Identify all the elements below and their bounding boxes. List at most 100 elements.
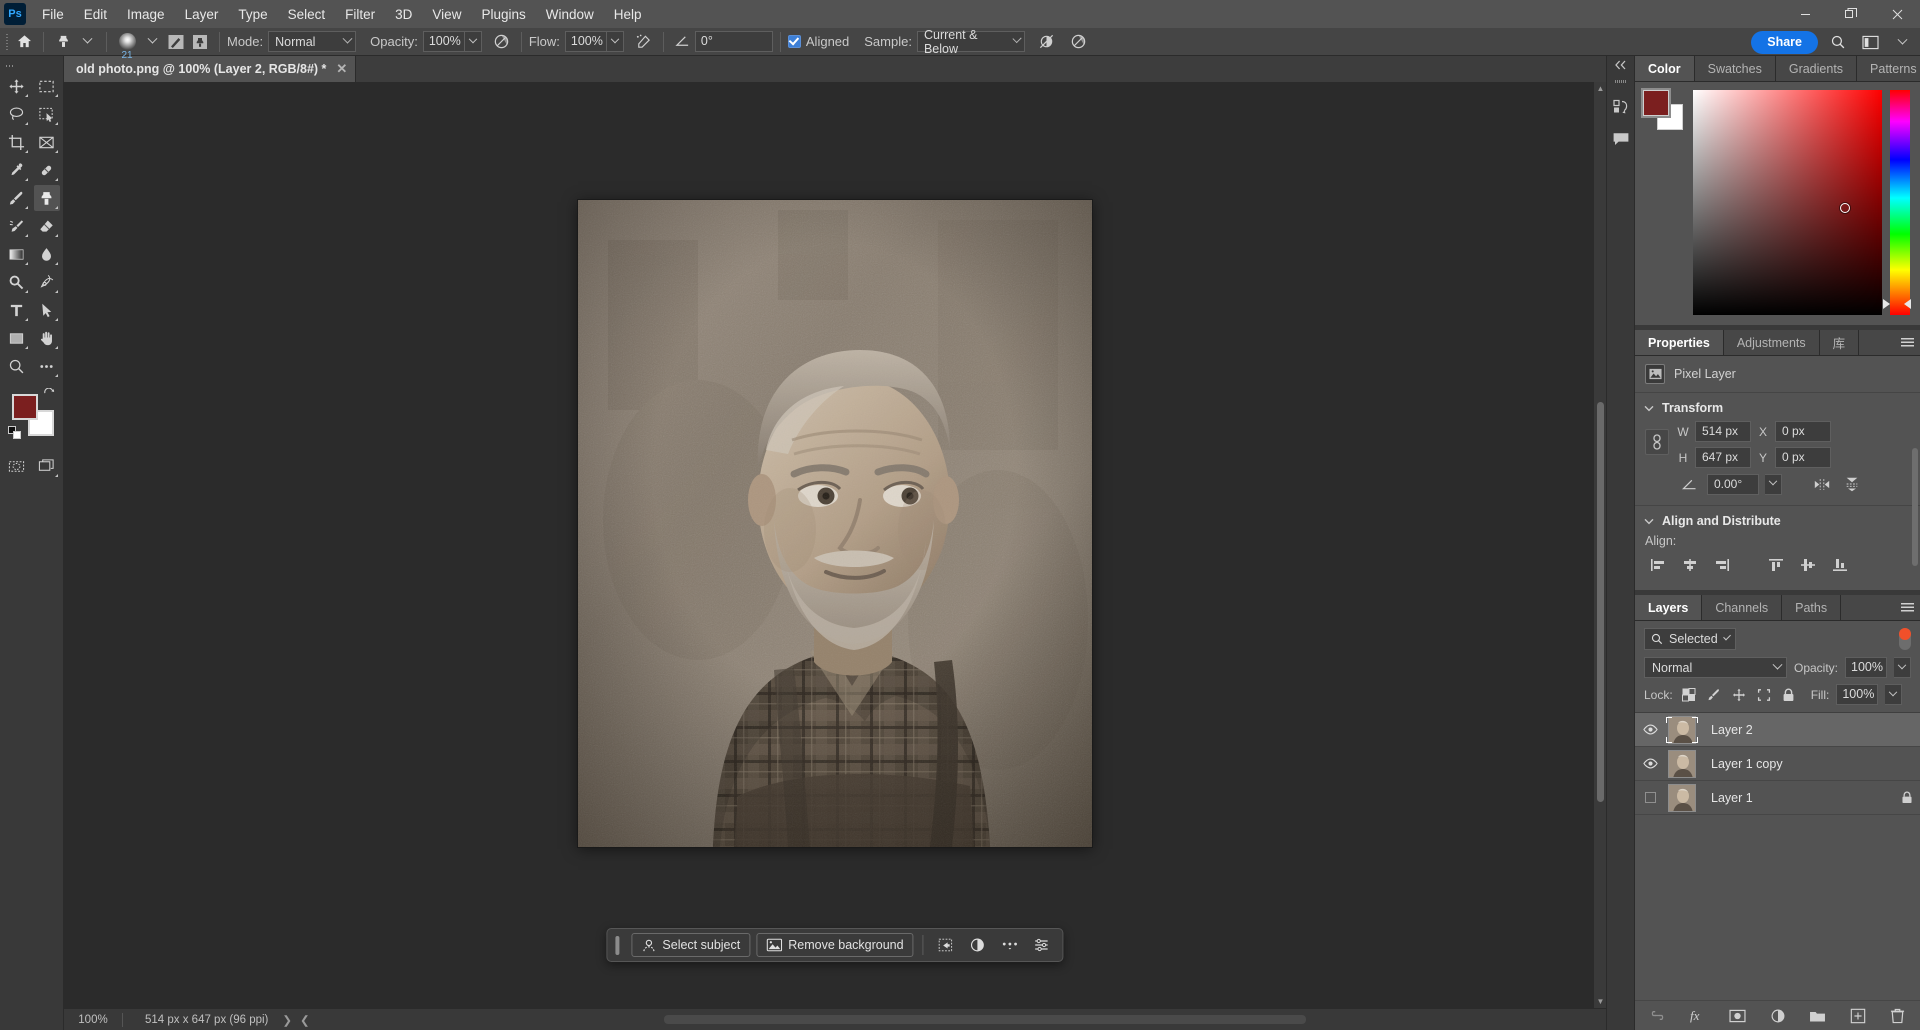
brush-settings-panel-icon[interactable]	[164, 31, 188, 53]
restore-button[interactable]	[1828, 0, 1874, 28]
lock-transparent-pixels-icon[interactable]	[1680, 686, 1698, 704]
menu-select[interactable]: Select	[278, 3, 336, 26]
menu-image[interactable]: Image	[117, 3, 175, 26]
layer-name[interactable]: Layer 2	[1699, 723, 1920, 737]
close-button[interactable]	[1874, 0, 1920, 28]
crop-tool[interactable]	[4, 129, 30, 155]
delete-layer-icon[interactable]	[1888, 1006, 1908, 1026]
eyedropper-tool[interactable]	[4, 157, 30, 183]
menu-filter[interactable]: Filter	[335, 3, 385, 26]
rail-grip[interactable]	[1615, 80, 1626, 83]
new-layer-icon[interactable]	[1848, 1006, 1868, 1026]
menu-file[interactable]: File	[32, 3, 74, 26]
angle-input[interactable]: 0.00°	[1707, 474, 1759, 495]
screen-mode-icon[interactable]	[34, 453, 60, 479]
scroll-up-arrow[interactable]: ▲	[1594, 82, 1606, 95]
layer-visibility-toggle[interactable]	[1635, 758, 1665, 769]
tools-panel-grip[interactable]	[0, 60, 63, 72]
align-left-edges-icon[interactable]	[1645, 554, 1671, 576]
canvas-horizontal-scrollbar[interactable]	[664, 1015, 1306, 1024]
task-bar-drag-handle[interactable]	[615, 936, 619, 955]
lasso-tool[interactable]	[4, 101, 30, 127]
align-horizontal-centers-icon[interactable]	[1677, 554, 1703, 576]
menu-plugins[interactable]: Plugins	[471, 3, 535, 26]
default-colors-icon[interactable]	[8, 426, 22, 440]
sample-select[interactable]: Current & Below	[917, 31, 1025, 52]
align-top-edges-icon[interactable]	[1763, 554, 1789, 576]
aligned-checkbox[interactable]: Aligned	[788, 34, 854, 49]
adjustment-layer-icon[interactable]	[965, 933, 991, 957]
layer-blend-mode-select[interactable]: Normal	[1644, 657, 1787, 678]
comments-icon[interactable]	[1609, 127, 1633, 151]
home-icon[interactable]	[12, 31, 36, 53]
y-input[interactable]: 0 px	[1775, 447, 1831, 468]
select-subject-button[interactable]: Select subject	[631, 933, 750, 957]
filter-toggle-switch[interactable]	[1899, 628, 1911, 650]
layer-thumbnail[interactable]	[1668, 784, 1696, 812]
search-icon[interactable]	[1826, 31, 1850, 53]
layer-name[interactable]: Layer 1 copy	[1699, 757, 1920, 771]
layer-name[interactable]: Layer 1	[1699, 791, 1894, 805]
tab-gradients[interactable]: Gradients	[1776, 56, 1857, 81]
eraser-tool[interactable]	[34, 213, 60, 239]
color-picker-cursor[interactable]	[1840, 203, 1850, 213]
workspace-switcher-icon[interactable]	[1858, 31, 1882, 53]
lock-all-icon[interactable]	[1780, 686, 1798, 704]
layer-opacity-stepper[interactable]	[1894, 657, 1911, 678]
x-input[interactable]: 0 px	[1775, 421, 1831, 442]
type-tool[interactable]	[4, 297, 30, 323]
lock-image-pixels-icon[interactable]	[1705, 686, 1723, 704]
zoom-tool[interactable]	[4, 353, 30, 379]
layer-thumbnail[interactable]	[1668, 750, 1696, 778]
rectangle-tool[interactable]	[4, 325, 30, 351]
tab-adjustments[interactable]: Adjustments	[1724, 330, 1820, 355]
angle-stepper[interactable]	[1765, 474, 1782, 495]
layer-row-layer-1-copy[interactable]: Layer 1 copy	[1635, 747, 1920, 781]
dodge-tool[interactable]	[4, 269, 30, 295]
layer-style-fx-icon[interactable]: fx	[1688, 1006, 1708, 1026]
ignore-adjustment-layers-icon[interactable]	[1035, 31, 1059, 53]
more-options-icon[interactable]	[997, 933, 1023, 957]
pressure-opacity-icon[interactable]	[490, 31, 514, 53]
options-bar-grip[interactable]	[2, 32, 12, 52]
layer-fill-input[interactable]: 100%	[1836, 684, 1878, 705]
history-brush-tool[interactable]	[4, 213, 30, 239]
flip-vertical-icon[interactable]	[1840, 473, 1864, 495]
foreground-color-swatch[interactable]	[1643, 90, 1669, 116]
menu-type[interactable]: Type	[228, 3, 277, 26]
gradient-tool[interactable]	[4, 241, 30, 267]
document-tab[interactable]: old photo.png @ 100% (Layer 2, RGB/8#) *…	[64, 56, 356, 82]
tool-preset-chevron-icon[interactable]	[75, 31, 99, 53]
blend-mode-select[interactable]: Normal	[268, 31, 356, 52]
layer-opacity-input[interactable]: 100%	[1845, 657, 1887, 678]
scrollbar-thumb[interactable]	[1912, 448, 1918, 566]
tab-patterns[interactable]: Patterns	[1857, 56, 1920, 81]
spot-healing-brush-tool[interactable]	[34, 157, 60, 183]
canvas-vertical-scrollbar[interactable]: ▲ ▼	[1593, 82, 1606, 1008]
flow-stepper[interactable]	[607, 31, 624, 52]
artboard[interactable]	[578, 200, 1092, 847]
brush-preset-picker[interactable]: 21	[114, 30, 140, 54]
clone-stamp-tool[interactable]	[34, 185, 60, 211]
chevron-down-icon[interactable]	[1890, 31, 1914, 53]
tab-layers[interactable]: Layers	[1635, 595, 1702, 620]
opacity-input[interactable]: 100%	[423, 31, 465, 52]
hand-tool[interactable]	[34, 325, 60, 351]
layer-thumbnail[interactable]	[1668, 716, 1696, 744]
brush-angle-input[interactable]: 0°	[695, 31, 773, 52]
brush-preset-chevron-icon[interactable]	[140, 31, 164, 53]
panel-menu-icon[interactable]	[1894, 330, 1920, 355]
rectangular-marquee-tool[interactable]	[34, 73, 60, 99]
zoom-level[interactable]: 100%	[64, 1014, 122, 1026]
canvas-stage[interactable]: Select subject Remove background	[64, 82, 1606, 1008]
brush-tool[interactable]	[4, 185, 30, 211]
flow-input[interactable]: 100%	[565, 31, 607, 52]
layer-filter-select[interactable]: Selected	[1644, 628, 1736, 650]
transform-section-header[interactable]: Transform	[1635, 393, 1920, 419]
edit-toolbar-tool[interactable]	[34, 353, 60, 379]
layer-fill-stepper[interactable]	[1885, 684, 1902, 705]
menu-edit[interactable]: Edit	[74, 3, 117, 26]
opacity-stepper[interactable]	[465, 31, 482, 52]
menu-help[interactable]: Help	[604, 3, 652, 26]
move-tool[interactable]	[4, 73, 30, 99]
